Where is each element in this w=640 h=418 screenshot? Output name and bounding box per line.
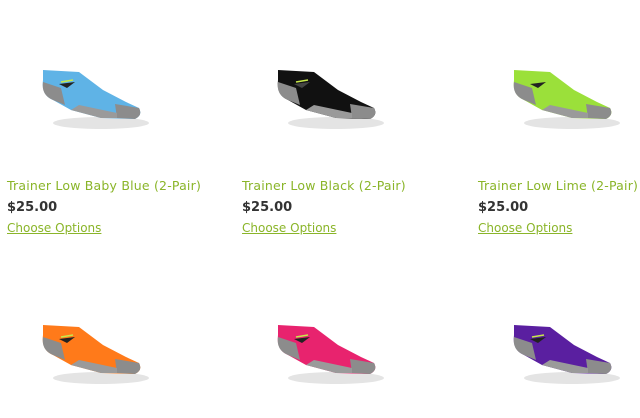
product-card [478,295,640,405]
product-card: Trainer Low Black (2-Pair) $25.00 Choose… [242,40,442,235]
sock-image [42,70,149,129]
choose-options-link[interactable]: Choose Options [242,221,336,235]
choose-options-link[interactable]: Choose Options [7,221,101,235]
sock-image [513,70,620,129]
product-card [242,295,442,405]
product-image[interactable] [31,295,161,405]
product-image[interactable] [31,40,161,150]
product-card: Trainer Low Baby Blue (2-Pair) $25.00 Ch… [7,40,207,235]
product-name[interactable]: Trainer Low Black (2-Pair) [242,178,406,193]
sock-image [277,325,384,384]
sock-image [513,325,620,384]
sock-image [277,70,384,129]
product-card: Trainer Low Lime (2-Pair) $25.00 Choose … [478,40,640,235]
product-name[interactable]: Trainer Low Lime (2-Pair) [478,178,638,193]
product-price: $25.00 [242,200,293,215]
product-card [7,295,207,405]
product-price: $25.00 [478,200,529,215]
product-image[interactable] [266,40,396,150]
choose-options-link[interactable]: Choose Options [478,221,572,235]
product-price: $25.00 [7,200,58,215]
product-image[interactable] [502,295,632,405]
product-grid: Trainer Low Baby Blue (2-Pair) $25.00 Ch… [0,0,640,418]
product-image[interactable] [502,40,632,150]
sock-image [42,325,149,384]
product-name[interactable]: Trainer Low Baby Blue (2-Pair) [7,178,201,193]
product-image[interactable] [266,295,396,405]
